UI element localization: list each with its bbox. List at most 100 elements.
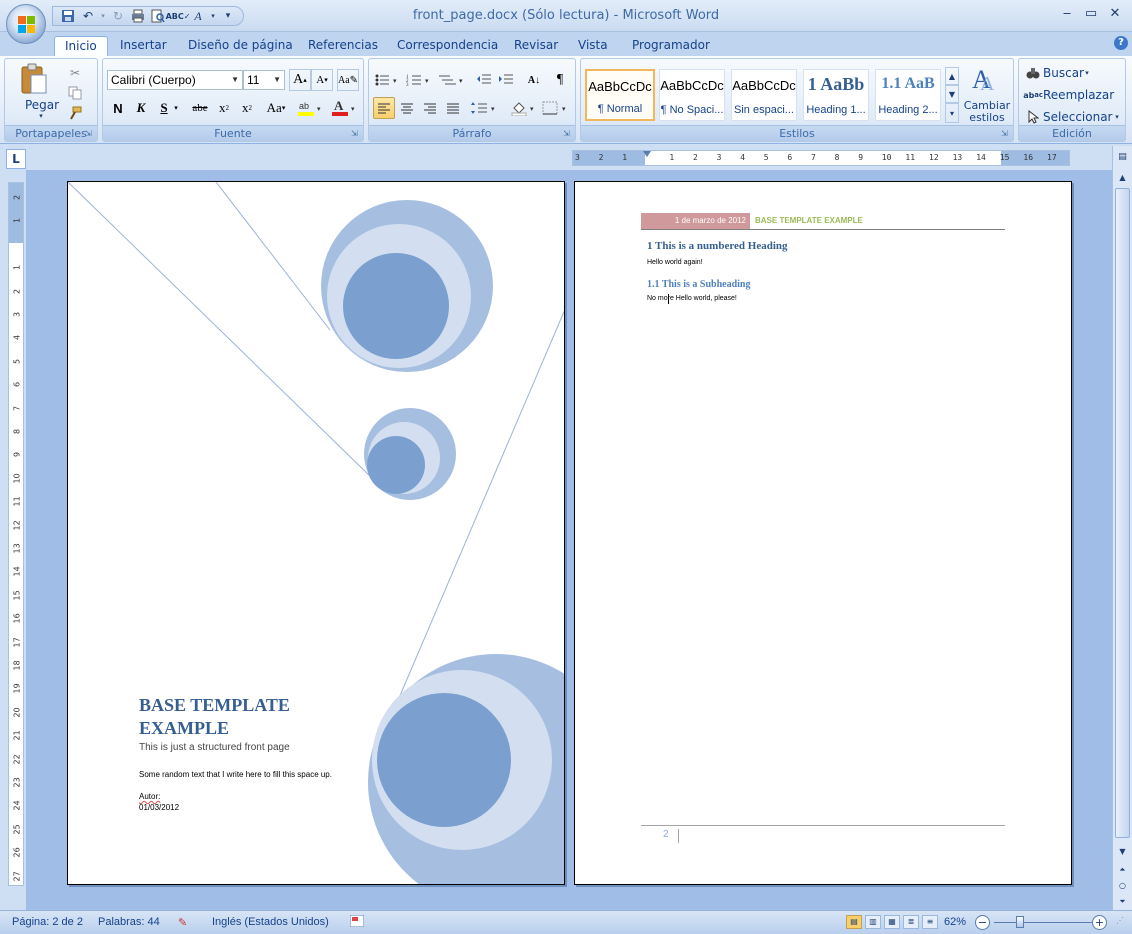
scroll-down-icon[interactable]: ▼ bbox=[1115, 844, 1130, 859]
increase-indent-icon[interactable] bbox=[495, 69, 517, 91]
first-line-indent-marker[interactable] bbox=[643, 151, 651, 157]
tab-insertar[interactable]: Insertar bbox=[110, 36, 177, 56]
strikethrough-icon[interactable]: abe bbox=[189, 97, 211, 119]
shrink-font-icon[interactable]: A ▾ bbox=[311, 69, 333, 91]
macro-record-icon[interactable] bbox=[349, 914, 365, 930]
word-count[interactable]: Palabras: 44 bbox=[98, 916, 160, 928]
change-styles-icon[interactable]: AA bbox=[967, 63, 1005, 95]
vertical-scrollbar[interactable]: ▤ ▲ ▼ ⏶ ○ ⏷ bbox=[1112, 146, 1132, 910]
select-cursor-icon[interactable] bbox=[1025, 109, 1041, 125]
zoom-slider-track[interactable] bbox=[994, 922, 1096, 923]
select-dropdown-icon[interactable]: ▾ bbox=[1113, 109, 1121, 125]
resize-grip-icon[interactable]: ⋰ bbox=[1116, 916, 1124, 925]
borders-icon[interactable]: ▾ bbox=[541, 97, 571, 119]
align-left-icon[interactable] bbox=[373, 97, 395, 119]
highlight-icon[interactable]: ab ▾ bbox=[295, 97, 325, 119]
previous-page-icon[interactable]: ⏶ bbox=[1115, 862, 1130, 877]
find-button[interactable]: Buscar bbox=[1043, 65, 1084, 81]
print-layout-view-icon[interactable]: ▤ bbox=[846, 915, 862, 929]
superscript-icon[interactable]: x2 bbox=[236, 97, 258, 119]
full-screen-reading-icon[interactable]: ▥ bbox=[865, 915, 881, 929]
style-normal[interactable]: AaBbCcDc ¶ Normal bbox=[585, 69, 655, 121]
styles-scroll-down-icon[interactable]: ▼ bbox=[945, 85, 959, 103]
style-no-spacing[interactable]: AaBbCcDc ¶ No Spaci... bbox=[659, 69, 725, 121]
tab-selector[interactable]: L bbox=[6, 149, 26, 169]
scroll-up-icon[interactable]: ▲ bbox=[1115, 170, 1130, 185]
paste-icon[interactable] bbox=[19, 63, 49, 95]
zoom-in-icon[interactable]: + bbox=[1092, 915, 1107, 930]
help-icon[interactable]: ? bbox=[1114, 36, 1128, 50]
sort-icon[interactable]: A↓ bbox=[523, 69, 545, 91]
page-2[interactable]: 1 de marzo de 2012 BASE TEMPLATE EXAMPLE… bbox=[574, 181, 1072, 885]
page-1[interactable]: BASE TEMPLATE EXAMPLE This is just a str… bbox=[67, 181, 565, 885]
scroll-thumb[interactable] bbox=[1115, 188, 1130, 838]
replace-icon[interactable]: ab ac bbox=[1023, 87, 1043, 103]
page-count[interactable]: Página: 2 de 2 bbox=[12, 916, 83, 928]
zoom-level[interactable]: 62% bbox=[944, 916, 966, 928]
select-button[interactable]: Seleccionar bbox=[1043, 109, 1112, 125]
tab-diseno-de-pagina[interactable]: Diseño de página bbox=[178, 36, 303, 56]
style-heading-2[interactable]: 1.1 AaB Heading 2... bbox=[875, 69, 941, 121]
maximize-button[interactable]: ▭ bbox=[1080, 6, 1102, 24]
bold-icon[interactable]: N bbox=[107, 97, 129, 119]
change-case-icon[interactable]: Aa ▾ bbox=[261, 97, 291, 119]
horizontal-ruler[interactable]: 3 2 1 1 2 3 4 5 6 7 8 9 10 11 12 13 14 15 16 17 bbox=[572, 150, 1070, 166]
minimize-button[interactable]: ‒ bbox=[1056, 6, 1078, 24]
close-button[interactable]: ✕ bbox=[1104, 6, 1126, 24]
tab-referencias[interactable]: Referencias bbox=[298, 36, 388, 56]
paste-dropdown-icon[interactable]: ▾ bbox=[31, 112, 51, 120]
line-spacing-icon[interactable]: ▾ bbox=[469, 97, 499, 119]
font-launcher-icon[interactable]: ⇲ bbox=[351, 129, 361, 139]
style-heading-1[interactable]: 1 AaBb Heading 1... bbox=[803, 69, 869, 121]
language[interactable]: Inglés (Estados Unidos) bbox=[212, 916, 329, 928]
bullets-icon[interactable]: ▾ bbox=[373, 69, 401, 91]
align-right-icon[interactable] bbox=[419, 97, 441, 119]
numbering-icon[interactable]: 1 2 3 ▾ bbox=[405, 69, 433, 91]
font-name-combo[interactable]: Calibri (Cuerpo) ▼ bbox=[107, 70, 243, 90]
font-color-icon[interactable]: A ▾ bbox=[329, 97, 359, 119]
change-styles-label[interactable]: Cambiar estilos bbox=[963, 99, 1011, 125]
browse-object-icon[interactable]: ○ bbox=[1115, 878, 1130, 893]
font-size-dropdown-icon[interactable]: ▼ bbox=[273, 71, 281, 89]
paste-label[interactable]: Pegar bbox=[13, 98, 71, 112]
binoculars-icon[interactable] bbox=[1025, 65, 1041, 81]
vertical-ruler[interactable]: 2 1 1 2 3 4 5 6 7 8 9 10 11 12 13 14 15 16 17 18 19 20 21 22 23 2… bbox=[8, 182, 24, 886]
tab-inicio[interactable]: Inicio bbox=[54, 36, 108, 56]
zoom-out-icon[interactable]: − bbox=[975, 915, 990, 930]
styles-more-icon[interactable]: ▾ bbox=[945, 103, 959, 123]
tab-revisar[interactable]: Revisar bbox=[504, 36, 568, 56]
web-layout-icon[interactable]: ▦ bbox=[884, 915, 900, 929]
clear-formatting-icon[interactable]: Aa✎ bbox=[337, 69, 359, 91]
styles-scroll-up-icon[interactable]: ▲ bbox=[945, 67, 959, 85]
draft-view-icon[interactable]: ≡ bbox=[922, 915, 938, 929]
font-name-dropdown-icon[interactable]: ▼ bbox=[231, 71, 239, 89]
tab-programador[interactable]: Programador bbox=[622, 36, 720, 56]
proofing-error-icon[interactable]: ✎ bbox=[178, 916, 187, 929]
align-center-icon[interactable] bbox=[396, 97, 418, 119]
document-workspace[interactable]: BASE TEMPLATE EXAMPLE This is just a str… bbox=[26, 170, 1112, 910]
italic-icon[interactable]: K bbox=[130, 97, 152, 119]
subscript-icon[interactable]: x2 bbox=[213, 97, 235, 119]
grow-font-icon[interactable]: A ▴ bbox=[289, 69, 311, 91]
show-formatting-icon[interactable]: ¶ bbox=[549, 69, 571, 91]
tab-correspondencia[interactable]: Correspondencia bbox=[387, 36, 508, 56]
multilevel-list-icon[interactable]: ▾ bbox=[437, 69, 467, 91]
format-painter-icon[interactable] bbox=[67, 105, 83, 121]
underline-dropdown-icon[interactable]: ▾ bbox=[171, 97, 181, 119]
font-size-combo[interactable]: 11 ▼ bbox=[243, 70, 285, 90]
shading-icon[interactable]: ▾ bbox=[509, 97, 539, 119]
paragraph-launcher-icon[interactable]: ⇲ bbox=[563, 129, 573, 139]
view-ruler-icon[interactable]: ▤ bbox=[1115, 150, 1130, 165]
decrease-indent-icon[interactable] bbox=[473, 69, 495, 91]
copy-icon[interactable] bbox=[67, 85, 83, 101]
office-button[interactable] bbox=[6, 4, 46, 44]
clipboard-launcher-icon[interactable]: ⇲ bbox=[85, 129, 95, 139]
zoom-slider-thumb[interactable] bbox=[1016, 916, 1024, 928]
outline-view-icon[interactable]: ≣ bbox=[903, 915, 919, 929]
cut-icon[interactable]: ✂ bbox=[67, 65, 83, 81]
styles-launcher-icon[interactable]: ⇲ bbox=[1001, 129, 1011, 139]
style-sin-espaciado[interactable]: AaBbCcDc Sin espaci... bbox=[731, 69, 797, 121]
find-dropdown-icon[interactable]: ▾ bbox=[1083, 65, 1091, 81]
next-page-icon[interactable]: ⏷ bbox=[1115, 894, 1130, 909]
tab-vista[interactable]: Vista bbox=[568, 36, 618, 56]
